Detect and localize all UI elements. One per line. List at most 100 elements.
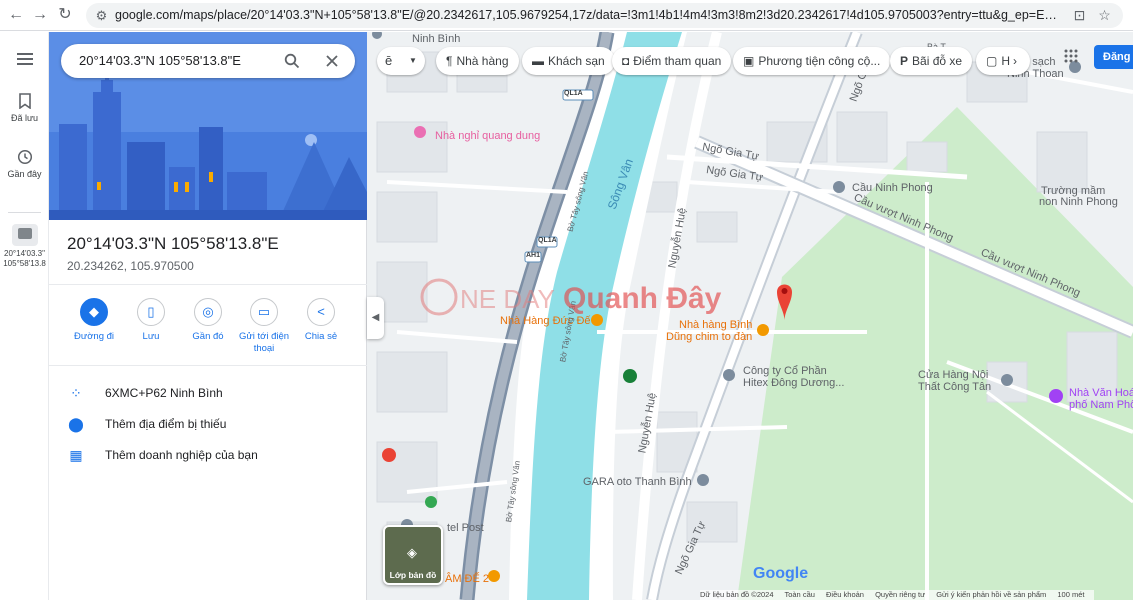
recent-place-item[interactable]: 20°14'03.3" 105°58'13.8 xyxy=(0,224,49,269)
watermark-text: Quanh Đây xyxy=(563,282,722,315)
menu-button[interactable] xyxy=(0,52,49,68)
arrow-left-icon[interactable]: ← xyxy=(6,5,26,25)
map-label-bridge[interactable]: Cầu Ninh Phong xyxy=(852,182,933,194)
saved-button[interactable]: Đã lưu xyxy=(0,93,49,123)
place-coordinates[interactable]: 20.234262, 105.970500 xyxy=(67,259,194,273)
collapse-panel-button[interactable]: ◀ xyxy=(367,297,384,339)
add-place-row[interactable]: ⬤ Thêm địa điểm bị thiếu xyxy=(49,409,367,439)
directions-button[interactable]: ◆ Đường đi xyxy=(66,298,122,343)
chip-restaurants[interactable]: ¶ Nhà hàng xyxy=(436,47,519,75)
input-tools-button[interactable]: ē ▼ xyxy=(377,47,425,75)
chevron-down-icon: ▼ xyxy=(409,56,417,65)
share-icon: < xyxy=(307,298,335,326)
chip-label: H xyxy=(1001,54,1011,68)
footer-scale[interactable]: 100 mét xyxy=(1057,590,1084,599)
footer-privacy[interactable]: Quyền riêng tư xyxy=(875,590,925,599)
plus-code-row[interactable]: ⁘ 6XMC+P62 Ninh Bình xyxy=(49,378,367,408)
map-label-restaurant[interactable]: Dũng chim to đàn xyxy=(666,331,752,343)
recent-place-thumbnail xyxy=(11,224,38,246)
footer-terms[interactable]: Điều khoản xyxy=(826,590,864,599)
add-place-icon: ⬤ xyxy=(68,416,84,432)
chip-attractions[interactable]: ◘ Điểm tham quan xyxy=(612,47,732,75)
history-icon xyxy=(17,149,32,165)
footer-feedback[interactable]: Gửi ý kiến phản hồi về sản phẩm xyxy=(936,590,1046,599)
send-to-phone-button[interactable]: ▭ Gửi tới điện thoại xyxy=(236,298,292,355)
add-place-text: Thêm địa điểm bị thiếu xyxy=(105,417,227,431)
save-label: Lưu xyxy=(142,331,160,342)
bookmark-icon: ▯ xyxy=(137,298,165,326)
browser-toolbar: ← → ↻ ⚙ google.com/maps/place/20°14'03.3… xyxy=(0,0,1133,31)
chip-transit[interactable]: ▣ Phương tiện công cộ... xyxy=(733,47,891,75)
watermark-text: NE DAY xyxy=(460,284,555,314)
directions-label: Đường đi xyxy=(73,331,115,342)
sign-in-button[interactable]: Đăng xyxy=(1094,45,1133,69)
map-label-school[interactable]: non Ninh Phong xyxy=(1039,196,1118,208)
url-text[interactable]: google.com/maps/place/20°14'03.3"N+105°5… xyxy=(115,8,1060,22)
chip-parking[interactable]: P Bãi đỗ xe xyxy=(890,47,973,75)
add-business-row[interactable]: ▦ Thêm doanh nghiệp của bạn xyxy=(49,440,367,470)
map-label-restaurant[interactable]: Nhà hàng Bình xyxy=(679,319,752,331)
plus-code-icon: ⁘ xyxy=(70,385,82,401)
restaurant-icon: ¶ xyxy=(446,54,453,68)
save-button[interactable]: ▯ Lưu xyxy=(123,298,179,343)
search-box[interactable]: 20°14'03.3"N 105°58'13.8"E xyxy=(61,44,355,78)
bookmark-icon xyxy=(18,93,31,109)
transit-icon: ▣ xyxy=(743,54,755,68)
divider xyxy=(49,284,367,285)
map-canvas[interactable]: Nhà nghỉ quang dung Sông Vân Ngõ Gia Tự … xyxy=(367,32,1133,600)
search-icon[interactable] xyxy=(282,51,302,71)
saved-label: Đã lưu xyxy=(10,113,39,123)
place-title: 20°14'03.3"N 105°58'13.8"E xyxy=(67,234,279,253)
menu-icon xyxy=(16,53,33,65)
recent-button[interactable]: Gần đây xyxy=(0,149,49,179)
map-label-restaurant[interactable]: ÂM ĐẾ 2 xyxy=(445,573,489,585)
send-to-phone-icon: ▭ xyxy=(250,298,278,326)
layers-button[interactable]: ◈ Lớp bản đồ xyxy=(383,525,443,585)
keyboard-icon: ē xyxy=(385,53,393,68)
add-business-icon: ▦ xyxy=(69,447,83,463)
map-label-culture-house[interactable]: Nhà Văn Hoá xyxy=(1069,387,1133,399)
map-label-store[interactable]: Cửa Hàng Nội xyxy=(918,369,988,381)
search-input[interactable]: 20°14'03.3"N 105°58'13.8"E xyxy=(79,53,241,68)
plus-code-text: 6XMC+P62 Ninh Bình xyxy=(105,386,223,400)
nearby-icon: ◎ xyxy=(194,298,222,326)
chip-pharmacy[interactable]: ▢ H › xyxy=(976,47,1030,75)
map-label-restaurant[interactable]: Nhà Hàng Đức Đế xyxy=(500,315,591,327)
address-bar[interactable]: ⚙ google.com/maps/place/20°14'03.3"N+105… xyxy=(86,3,1123,28)
send-to-phone-label: Gửi tới điện thoại xyxy=(238,331,290,354)
layers-icon: ◈ xyxy=(407,545,417,560)
recent-label: Gần đây xyxy=(7,169,42,179)
highway-shield: QL1A xyxy=(538,237,557,244)
apps-grid-icon[interactable] xyxy=(1064,49,1078,63)
chip-label: Phương tiện công cộ... xyxy=(758,54,881,68)
close-icon[interactable] xyxy=(322,51,342,71)
chip-label: Điểm tham quan xyxy=(633,54,722,68)
arrow-right-icon[interactable]: → xyxy=(30,5,50,25)
chevron-right-icon[interactable]: › xyxy=(1013,47,1017,75)
divider xyxy=(49,365,367,366)
highway-shield: QL1A xyxy=(564,90,583,97)
chip-label: Nhà hàng xyxy=(456,54,509,68)
site-info-icon[interactable]: ⚙ xyxy=(93,7,110,24)
map-label-company[interactable]: Hitex Đông Dương... xyxy=(743,377,844,389)
map-label-hotel[interactable]: Nhà nghỉ quang dung xyxy=(435,130,540,142)
share-button[interactable]: < Chia sẻ xyxy=(293,298,349,343)
footer-global[interactable]: Toàn cầu xyxy=(784,590,814,599)
map-label-garage[interactable]: GARA oto Thanh Bình xyxy=(583,476,692,488)
parking-icon: P xyxy=(900,54,909,68)
map-label-culture-house[interactable]: phố Nam Phố xyxy=(1069,399,1133,411)
nearby-button[interactable]: ◎ Gần đó xyxy=(180,298,236,343)
map-label-company[interactable]: Công ty Cổ Phần xyxy=(743,365,827,377)
bookmark-star-icon[interactable]: ☆ xyxy=(1096,7,1113,24)
chip-hotels[interactable]: ▬ Khách sạn xyxy=(522,47,615,75)
reload-icon[interactable]: ↻ xyxy=(55,5,75,25)
map-label-hostel[interactable]: tel Post xyxy=(447,522,484,534)
google-logo: Google xyxy=(753,565,809,582)
install-app-icon[interactable]: ⊡ xyxy=(1071,7,1088,24)
side-rail: Đã lưu Gần đây 20°14'03.3" 105°58'13.8 xyxy=(0,32,49,600)
camera-icon: ◘ xyxy=(622,54,630,68)
map-label-store[interactable]: Thất Công Tân xyxy=(918,381,991,393)
map-label-place: Ninh Bình xyxy=(412,33,461,45)
directions-icon: ◆ xyxy=(80,298,108,326)
map-footer: Dữ liệu bản đồ ©2024 Toàn cầu Điều khoản… xyxy=(700,590,1094,600)
